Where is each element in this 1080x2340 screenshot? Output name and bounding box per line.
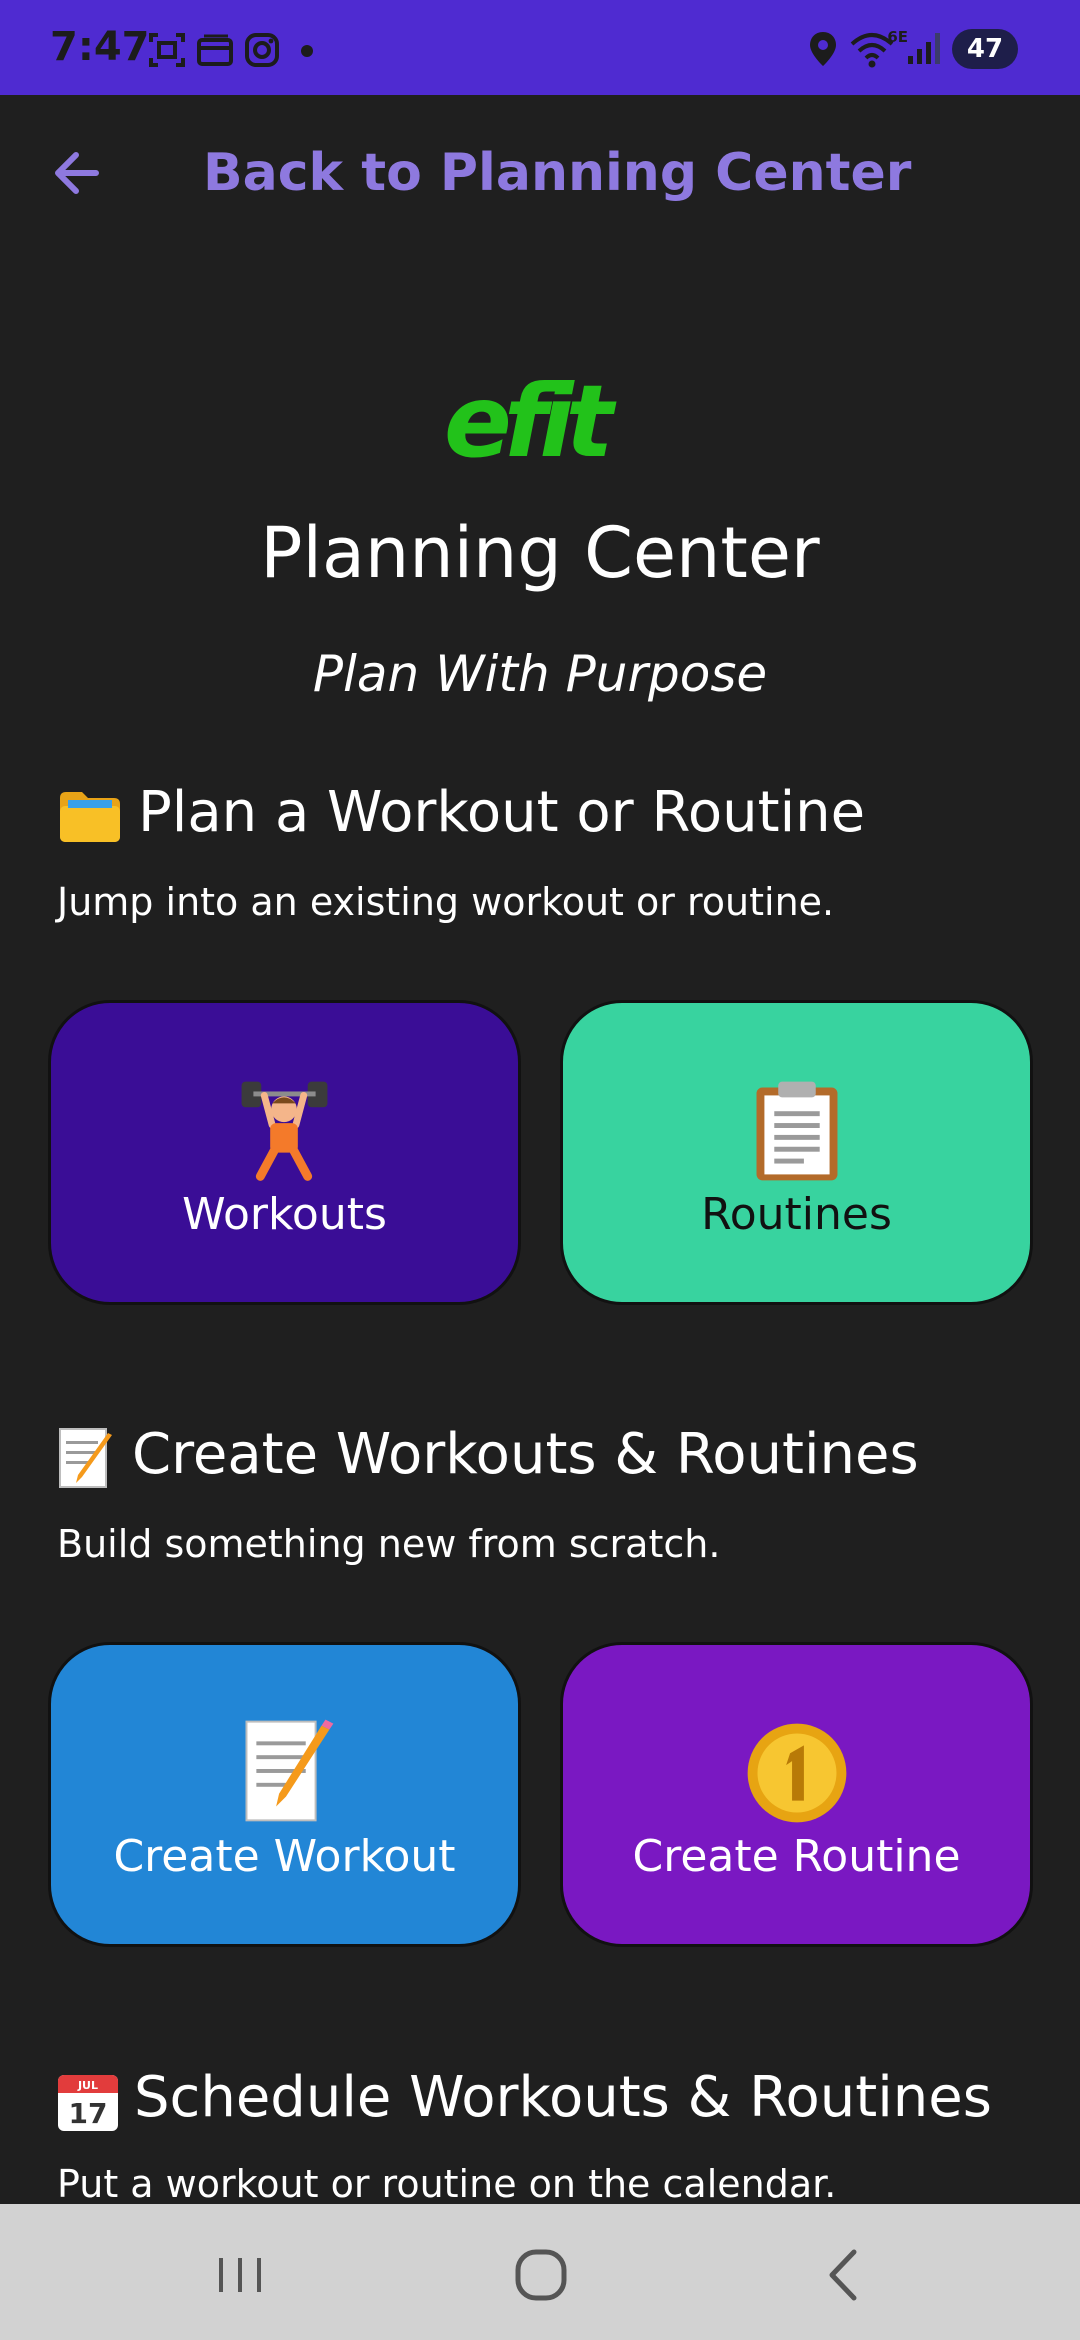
section-heading-text: Create Workouts & Routines (132, 1422, 919, 1487)
dot-icon (301, 45, 313, 57)
recents-icon[interactable] (205, 2240, 275, 2310)
efit-logo: efit (444, 370, 625, 470)
status-bar: 7:47 6E 47 (0, 0, 1080, 95)
screenshot-icon (149, 33, 185, 67)
back-to-planning-center-link[interactable]: Back to Planning Center (203, 143, 911, 203)
instagram-icon (245, 33, 279, 67)
wallet-icon (197, 34, 233, 66)
weightlifter-icon (241, 1081, 328, 1181)
section-description: Jump into an existing workout or routine… (57, 880, 835, 924)
page-title: Planning Center (260, 512, 820, 594)
calendar-day: 17 (69, 2097, 108, 2130)
tile-label: Create Workout (113, 1831, 456, 1882)
workouts-tile[interactable]: Workouts (48, 1000, 521, 1305)
folder-icon (60, 791, 120, 842)
calendar-icon: JUL 17 (58, 2074, 118, 2131)
routines-tile[interactable]: Routines (560, 1000, 1033, 1305)
calendar-month: JUL (77, 2079, 98, 2092)
section-heading-plan: Plan a Workout or Routine (56, 780, 865, 846)
location-icon (810, 32, 836, 66)
status-time: 7:47 (50, 24, 150, 70)
section-heading-schedule: JUL 17 Schedule Workouts & Routines (56, 2065, 992, 2133)
create-workout-tile[interactable]: Create Workout (48, 1642, 521, 1947)
tile-label: Workouts (182, 1189, 387, 1240)
section-description: Put a workout or routine on the calendar… (57, 2162, 837, 2206)
signal-icon (908, 33, 940, 64)
number-one-coin-icon (747, 1723, 847, 1823)
page-subtitle: Plan With Purpose (312, 645, 768, 703)
create-routine-tile[interactable]: Create Routine (560, 1642, 1033, 1947)
section-heading-text: Plan a Workout or Routine (138, 780, 866, 845)
section-heading-text: Schedule Workouts & Routines (134, 2065, 992, 2130)
battery-icon: 47 (952, 29, 1018, 69)
section-description: Build something new from scratch. (57, 1522, 721, 1566)
back-arrow-icon[interactable] (50, 145, 106, 201)
memo-icon (245, 1719, 334, 1822)
logo-text: efit (444, 370, 617, 470)
section-heading-create: Create Workouts & Routines (56, 1422, 919, 1491)
back-icon[interactable] (810, 2240, 880, 2310)
tile-label: Routines (701, 1189, 892, 1240)
battery-level: 47 (966, 34, 1004, 64)
screen: 7:47 6E 47 Back to Planning Center efit … (0, 0, 1080, 2340)
memo-icon (59, 1427, 112, 1488)
home-icon[interactable] (506, 2240, 576, 2310)
clipboard-icon (756, 1081, 838, 1181)
system-nav-bar (0, 2204, 1080, 2340)
tile-label: Create Routine (632, 1831, 961, 1882)
network-type: 6E (887, 28, 908, 46)
